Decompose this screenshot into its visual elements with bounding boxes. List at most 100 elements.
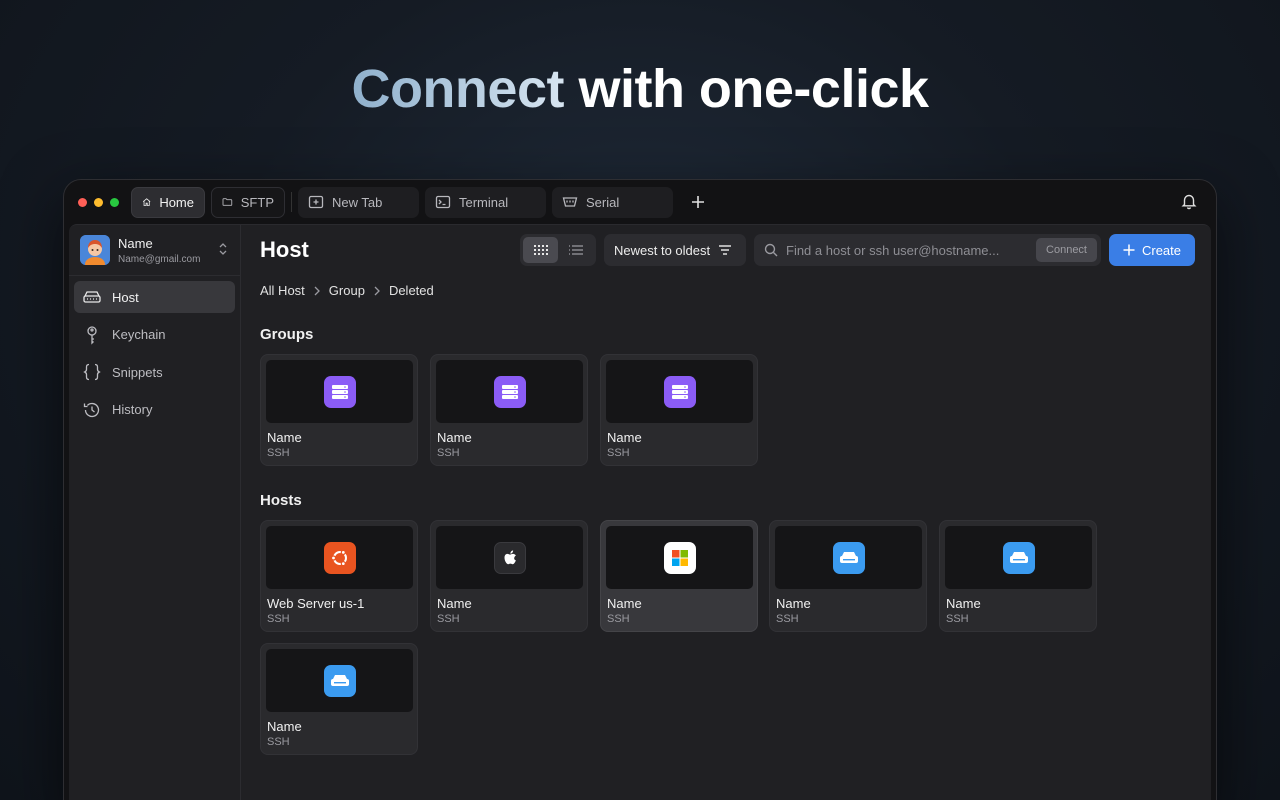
sidebar-item-label: Snippets [112,364,163,380]
tab-new-tab[interactable]: New Tab [298,186,419,218]
sidebar-item-keychain[interactable]: Keychain [74,319,235,351]
sidebar-item-label: History [112,402,153,417]
tab-serial[interactable]: Serial [552,186,673,218]
host-card[interactable]: Name SSH [260,643,418,755]
close-window-button[interactable] [78,197,87,207]
card-protocol: SSH [267,613,290,625]
headline-accent: Connect [351,59,564,119]
create-label: Create [1141,242,1182,258]
card-name: Name [437,430,472,445]
group-server-icon [663,375,696,408]
braces-icon [83,363,101,381]
tab-sftp[interactable]: SFTP [211,186,285,218]
group-card[interactable]: Name SSH [260,354,418,466]
list-view-button[interactable] [558,237,593,263]
hosts-heading: Hosts [260,492,302,509]
card-name: Name [267,430,302,445]
chevron-up-down-icon [219,243,227,255]
tab-home[interactable]: Home [131,186,205,218]
sidebar-item-snippets[interactable]: Snippets [74,356,235,388]
card-name: Name [437,596,472,611]
host-card[interactable]: Web Server us-1 SSH [260,520,418,632]
sidebar-item-history[interactable]: History [74,394,235,426]
tab-label: Terminal [459,194,509,210]
card-thumbnail [436,526,583,589]
card-thumbnail [266,649,413,712]
chevron-right-icon [374,286,380,295]
breadcrumb-group[interactable]: Group [329,283,365,298]
tab-divider [291,192,292,212]
card-protocol: SSH [267,736,290,748]
new-tab-icon [308,195,324,209]
minimize-window-button[interactable] [94,197,103,207]
card-thumbnail [606,360,753,423]
groups-heading: Groups [260,326,314,343]
history-icon [83,402,100,417]
card-thumbnail [436,360,583,423]
zoom-window-button[interactable] [110,197,119,207]
search-input[interactable] [786,242,1026,258]
serial-icon [562,197,578,207]
headline: Connect with one-click [0,58,1280,120]
card-name: Name [607,430,642,445]
tab-terminal[interactable]: Terminal [425,186,546,218]
server-icon [1002,541,1035,574]
window-controls [78,197,119,207]
card-protocol: SSH [267,447,290,459]
group-card[interactable]: Name SSH [600,354,758,466]
card-name: Name [267,719,302,734]
group-server-icon [323,375,356,408]
connect-button[interactable]: Connect [1036,238,1097,262]
add-tab-button[interactable] [683,187,713,217]
sidebar-item-host[interactable]: Host [74,281,235,313]
card-thumbnail [266,526,413,589]
server-icon [832,541,865,574]
apple-icon [493,541,526,574]
sidebar-item-label: Keychain [112,327,166,342]
bell-icon [1181,194,1197,210]
card-protocol: SSH [776,613,799,625]
host-card[interactable]: Name SSH [600,520,758,632]
profile-switcher[interactable]: Name Name@gmail.com [69,225,240,276]
group-card[interactable]: Name SSH [430,354,588,466]
breadcrumb-deleted[interactable]: Deleted [389,283,434,298]
plus-icon [692,196,704,208]
tab-label: Home [159,194,194,210]
host-card[interactable]: Name SSH [769,520,927,632]
page-title: Host [260,237,309,262]
home-icon [142,198,151,206]
app-content: Name Name@gmail.com Host Keychain Snippe… [69,224,1211,800]
breadcrumb-all-host[interactable]: All Host [260,283,305,298]
card-name: Name [607,596,642,611]
tab-bar: Home SFTP New Tab Terminal Serial [64,180,1216,224]
server-icon [323,664,356,697]
avatar [80,235,110,265]
sidebar-nav: Host Keychain Snippets History [69,276,240,436]
ubuntu-icon [323,541,356,574]
grid-view-button[interactable] [523,237,558,263]
sidebar-item-label: Host [112,289,139,305]
main-header: Host Newest to oldest Connect [242,225,1211,276]
group-server-icon [493,375,526,408]
profile-email: Name@gmail.com [118,253,201,265]
card-protocol: SSH [946,613,969,625]
card-protocol: SSH [607,447,630,459]
plus-icon [1123,244,1135,256]
main-panel: Host Newest to oldest Connect [242,225,1211,800]
host-card[interactable]: Name SSH [939,520,1097,632]
terminal-icon [435,195,451,209]
sort-dropdown[interactable]: Newest to oldest [604,234,746,266]
host-card[interactable]: Name SSH [430,520,588,632]
list-icon [568,245,583,255]
card-name: Name [946,596,981,611]
app-window: Home SFTP New Tab Terminal Serial Name N… [63,179,1217,800]
sort-label: Newest to oldest [614,242,711,258]
card-protocol: SSH [607,613,630,625]
breadcrumb: All Host Group Deleted [260,283,434,298]
notifications-button[interactable] [1180,192,1198,215]
tab-label: SFTP [240,194,274,210]
create-button[interactable]: Create [1109,234,1195,266]
folder-icon [222,198,233,206]
headline-rest: with one-click [563,59,929,119]
sidebar: Name Name@gmail.com Host Keychain Snippe… [69,225,241,800]
